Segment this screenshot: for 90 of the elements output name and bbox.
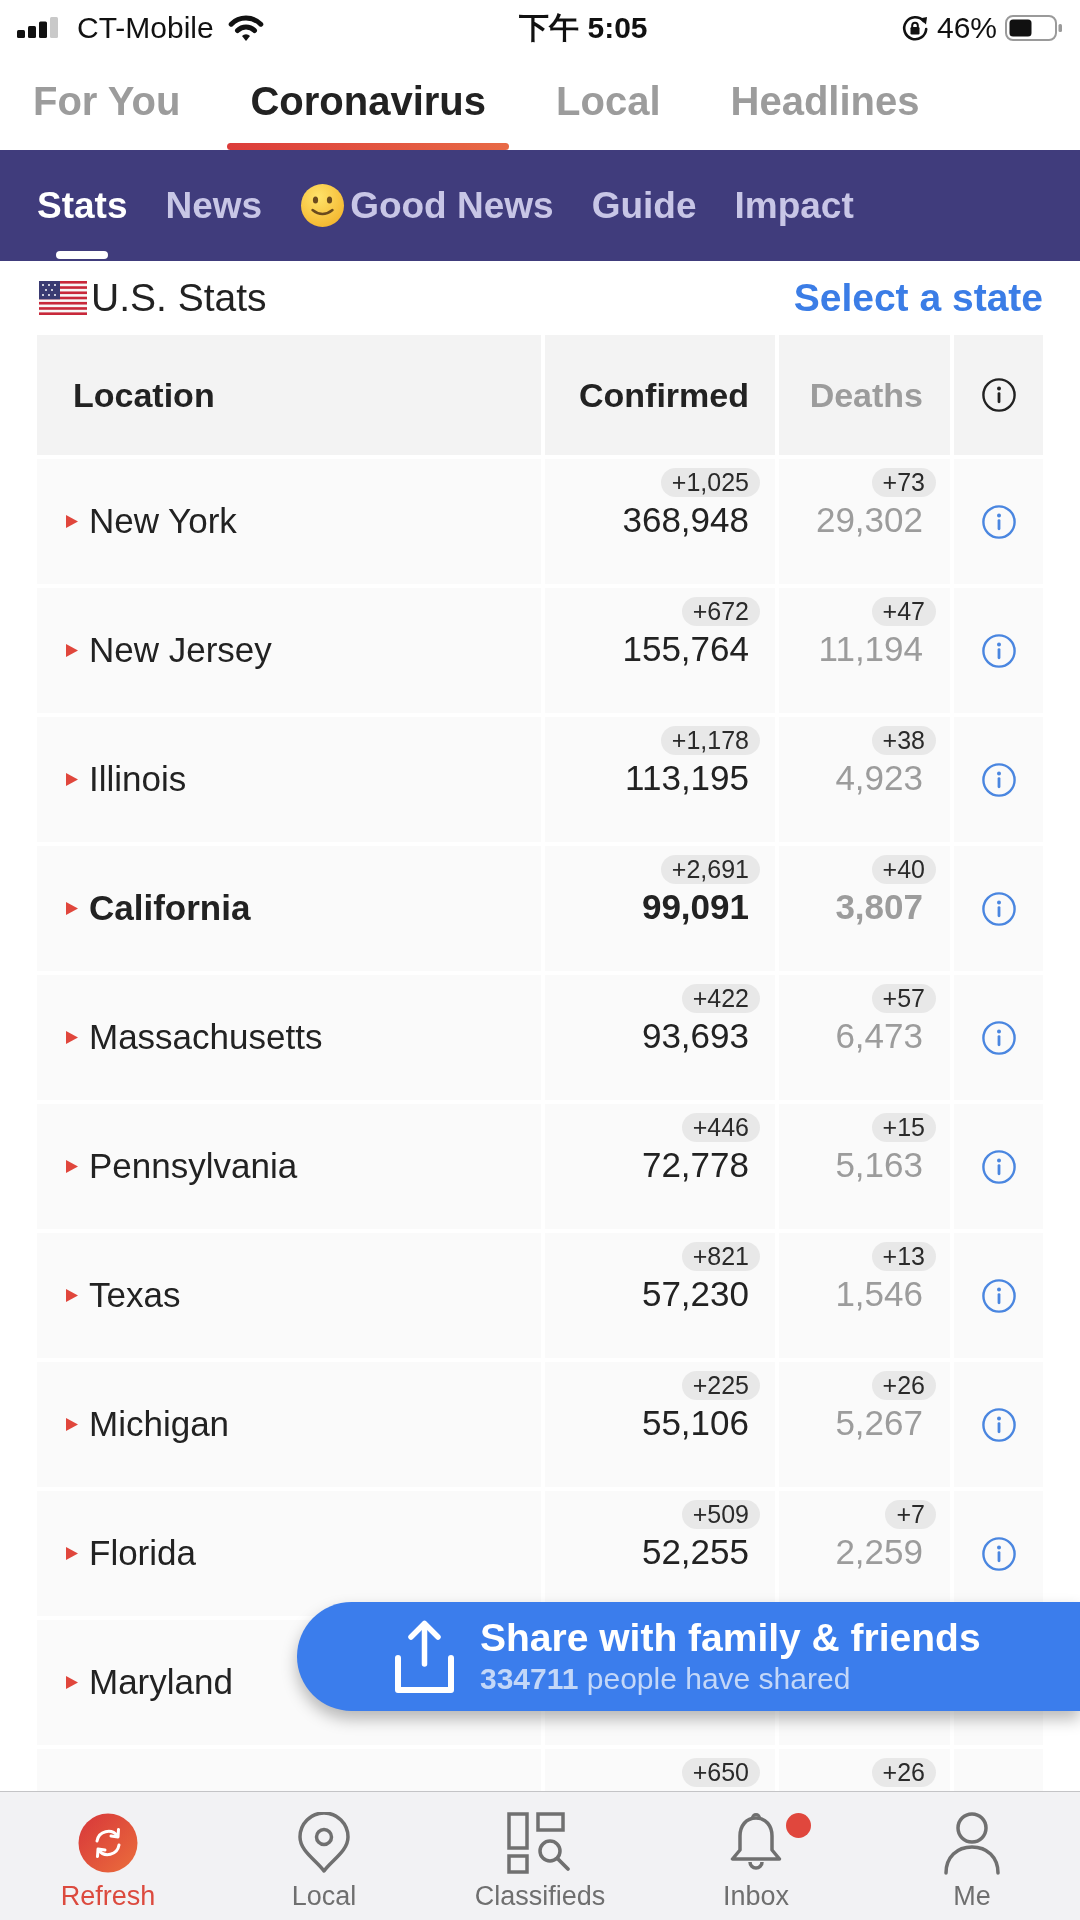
triangle-icon [66,644,78,657]
status-time: 下午 5:05 [519,10,648,46]
increase-badge: +7 [885,1500,936,1529]
confirmed-count: 113,195 [625,758,749,798]
section-title: U.S. Stats [91,274,267,321]
section-tab[interactable]: Stats [37,150,128,261]
person-icon[interactable] [943,1811,1001,1875]
triangle-icon [66,902,78,915]
battery-icon [1005,14,1063,41]
triangle-icon [66,773,78,786]
deaths-count: 29,302 [815,500,923,540]
triangle-icon [66,1160,78,1173]
deaths-count: 3,807 [835,887,923,927]
grid-search-icon[interactable] [507,1812,573,1874]
rotation-lock-icon [900,13,929,42]
triangle-icon [66,1418,78,1431]
increase-badge: +57 [871,984,936,1013]
state-name[interactable]: Texas [89,1269,181,1322]
increase-badge: +26 [871,1371,936,1400]
triangle-icon [66,1031,78,1044]
column-header: Deaths [779,335,950,455]
column-header: Location [37,335,541,455]
state-name[interactable]: Pennsylvania [89,1140,298,1193]
section-tab[interactable]: News [165,150,263,261]
state-name[interactable]: California [89,882,251,935]
bottom-nav-item[interactable]: Refresh [0,1792,216,1920]
deaths-count: 2,259 [835,1532,923,1572]
info-icon[interactable] [981,378,1016,412]
deaths-count: 11,194 [818,629,923,669]
section-tab[interactable]: Good News [300,150,554,261]
deaths-count: 6,473 [835,1016,923,1056]
increase-badge: +47 [871,597,936,626]
signal-icon [17,17,61,38]
increase-badge: +225 [681,1371,760,1400]
battery-percent: 46% [936,10,997,46]
refresh-icon[interactable] [78,1813,138,1873]
increase-badge: +509 [681,1500,760,1529]
bottom-nav-item[interactable]: Classifieds [432,1792,648,1920]
share-count-text: 334711 people have shared [480,1660,852,1697]
select-state-link[interactable]: Select a state [793,268,1043,328]
deaths-count: 4,923 [835,758,923,798]
confirmed-count: 55,106 [641,1403,749,1443]
triangle-icon [66,1289,78,1302]
deaths-count: 5,163 [835,1145,923,1185]
increase-badge: +422 [681,984,760,1013]
location-pin-icon[interactable] [297,1812,351,1874]
flag-icon [39,281,87,315]
category-tab[interactable]: Coronavirus [227,55,509,150]
increase-badge: +26 [871,1758,936,1787]
carrier-name: CT-Mobile [77,10,214,46]
state-name[interactable]: Illinois [89,753,187,806]
bottom-nav-item[interactable]: Local [216,1792,432,1920]
increase-badge: +821 [681,1242,760,1271]
state-name[interactable]: Michigan [89,1398,230,1451]
column-header: Confirmed [545,335,775,455]
section-tab[interactable]: Guide [591,150,697,261]
increase-badge: +13 [871,1242,936,1271]
share-icon [394,1619,455,1694]
increase-badge: +40 [871,855,936,884]
bottom-nav-item[interactable]: Me [864,1792,1080,1920]
increase-badge: +446 [681,1113,760,1142]
state-name[interactable]: New York [89,495,237,548]
state-name[interactable]: New Jersey [89,624,272,677]
share-banner[interactable]: Share with family & friends 334711 people have shared [297,1602,1080,1711]
triangle-icon [66,1676,78,1689]
confirmed-count: 99,091 [641,887,749,927]
triangle-icon [66,1547,78,1560]
confirmed-count: 57,230 [641,1274,749,1314]
triangle-icon [66,515,78,528]
deaths-count: 1,546 [835,1274,923,1314]
increase-badge: +38 [871,726,936,755]
increase-badge: +73 [871,468,936,497]
confirmed-count: 93,693 [641,1016,749,1056]
deaths-count: 5,267 [835,1403,923,1443]
increase-badge: +650 [681,1758,760,1787]
increase-badge: +672 [681,597,760,626]
confirmed-count: 368,948 [622,500,749,540]
confirmed-count: 155,764 [622,629,749,669]
increase-badge: +2,691 [660,855,760,884]
state-name[interactable]: Massachusetts [89,1011,323,1064]
increase-badge: +1,178 [660,726,760,755]
state-name[interactable]: Florida [89,1527,196,1580]
confirmed-count: 52,255 [641,1532,749,1572]
increase-badge: +15 [871,1113,936,1142]
increase-badge: +1,025 [660,468,760,497]
confirmed-count: 72,778 [641,1145,749,1185]
share-title: Share with family & friends [480,1615,981,1660]
state-name[interactable]: Maryland [89,1656,233,1709]
section-tab[interactable]: Impact [734,150,854,261]
bottom-nav-item[interactable]: Inbox [648,1792,864,1920]
